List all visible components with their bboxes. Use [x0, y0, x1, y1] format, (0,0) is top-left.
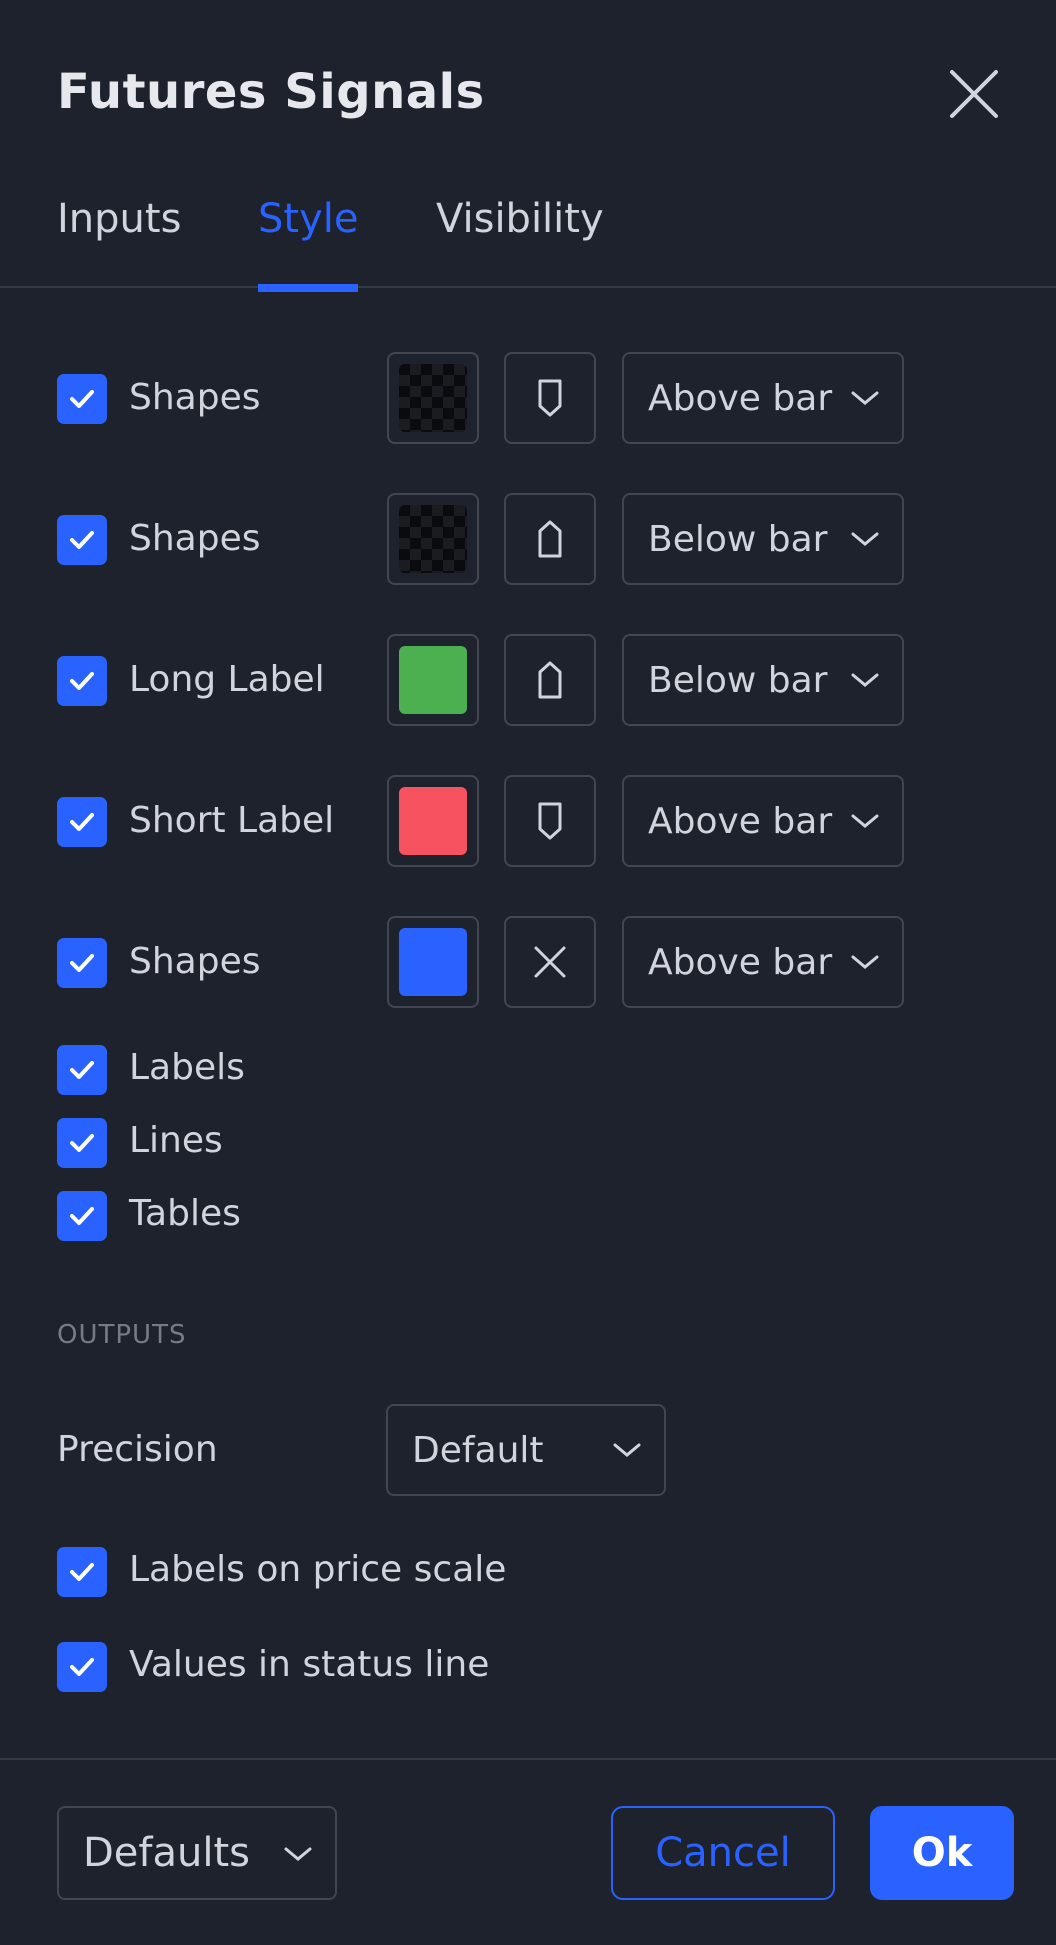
- dialog-title: Futures Signals: [57, 64, 485, 120]
- chevron-down-icon: [851, 955, 879, 969]
- labels-on-price-scale-label: Labels on price scale: [129, 1549, 507, 1590]
- plot-label: Shapes: [129, 377, 261, 418]
- color-swatch: [399, 505, 467, 573]
- check-icon: [70, 531, 94, 549]
- precision-value: Default: [412, 1429, 544, 1471]
- cross-icon: [534, 946, 566, 978]
- close-icon[interactable]: [946, 66, 1002, 122]
- check-icon: [70, 1563, 94, 1581]
- color-swatch-button[interactable]: [387, 634, 479, 726]
- chevron-down-icon: [851, 391, 879, 405]
- defaults-dropdown[interactable]: Defaults: [57, 1806, 337, 1900]
- plot-row: Long Label Below bar: [57, 634, 917, 730]
- chevron-down-icon: [613, 1443, 641, 1457]
- flag-up-icon: [538, 661, 562, 699]
- cancel-button[interactable]: Cancel: [611, 1806, 835, 1900]
- check-icon: [70, 1061, 94, 1079]
- shape-button[interactable]: [504, 916, 596, 1008]
- tab-bar: Inputs Style Visibility: [0, 190, 1056, 292]
- plot-label: Shapes: [129, 941, 261, 982]
- precision-select[interactable]: Default: [386, 1404, 666, 1496]
- check-icon: [70, 954, 94, 972]
- values-in-status-line-label: Values in status line: [129, 1644, 490, 1685]
- toggle-row-tables: Tables: [57, 1189, 917, 1243]
- flag-down-icon: [538, 802, 562, 840]
- color-swatch: [399, 646, 467, 714]
- ok-button[interactable]: Ok: [870, 1806, 1014, 1900]
- color-swatch: [399, 787, 467, 855]
- plot-checkbox[interactable]: [57, 938, 107, 988]
- tab-style[interactable]: Style: [258, 196, 359, 292]
- shape-button[interactable]: [504, 634, 596, 726]
- outputs-section-title: OUTPUTS: [57, 1320, 187, 1350]
- labels-checkbox[interactable]: [57, 1045, 107, 1095]
- location-value: Above bar: [648, 800, 833, 842]
- color-swatch-button[interactable]: [387, 775, 479, 867]
- plot-label: Shapes: [129, 518, 261, 559]
- shape-button[interactable]: [504, 493, 596, 585]
- color-swatch: [399, 364, 467, 432]
- plot-checkbox[interactable]: [57, 515, 107, 565]
- plot-label: Short Label: [129, 800, 335, 841]
- shape-button[interactable]: [504, 775, 596, 867]
- chevron-down-icon: [284, 1847, 312, 1861]
- chevron-down-icon: [851, 814, 879, 828]
- location-select[interactable]: Below bar: [622, 634, 904, 726]
- shape-button[interactable]: [504, 352, 596, 444]
- location-value: Below bar: [648, 659, 828, 701]
- location-value: Above bar: [648, 377, 833, 419]
- location-value: Below bar: [648, 518, 828, 560]
- lines-label: Lines: [129, 1120, 223, 1161]
- tab-visibility[interactable]: Visibility: [436, 196, 604, 290]
- plot-row: Shapes Below bar: [57, 493, 917, 589]
- footer-divider: [0, 1758, 1056, 1760]
- precision-label: Precision: [57, 1429, 218, 1470]
- plot-row: Short Label Above bar: [57, 775, 917, 871]
- values-in-status-line-checkbox[interactable]: [57, 1642, 107, 1692]
- values-in-status-line-row: Values in status line: [57, 1640, 917, 1694]
- flag-down-icon: [538, 379, 562, 417]
- labels-label: Labels: [129, 1047, 245, 1088]
- location-select[interactable]: Above bar: [622, 775, 904, 867]
- labels-on-price-scale-row: Labels on price scale: [57, 1545, 917, 1599]
- flag-up-icon: [538, 520, 562, 558]
- tab-inputs[interactable]: Inputs: [57, 196, 181, 290]
- lines-checkbox[interactable]: [57, 1118, 107, 1168]
- color-swatch-button[interactable]: [387, 352, 479, 444]
- check-icon: [70, 1207, 94, 1225]
- plot-label: Long Label: [129, 659, 325, 700]
- toggle-row-lines: Lines: [57, 1116, 917, 1170]
- plot-row: Shapes Above bar: [57, 916, 917, 1012]
- chevron-down-icon: [851, 673, 879, 687]
- location-select[interactable]: Above bar: [622, 916, 904, 1008]
- plot-checkbox[interactable]: [57, 374, 107, 424]
- check-icon: [70, 672, 94, 690]
- plot-row: Shapes Above bar: [57, 352, 917, 448]
- plot-checkbox[interactable]: [57, 656, 107, 706]
- toggle-row-labels: Labels: [57, 1043, 917, 1097]
- plot-checkbox[interactable]: [57, 797, 107, 847]
- location-select[interactable]: Above bar: [622, 352, 904, 444]
- indicator-settings-dialog: Futures Signals Inputs Style Visibility …: [0, 0, 1056, 1945]
- check-icon: [70, 1658, 94, 1676]
- color-swatch-button[interactable]: [387, 493, 479, 585]
- tables-label: Tables: [129, 1193, 241, 1234]
- labels-on-price-scale-checkbox[interactable]: [57, 1547, 107, 1597]
- tables-checkbox[interactable]: [57, 1191, 107, 1241]
- chevron-down-icon: [851, 532, 879, 546]
- check-icon: [70, 1134, 94, 1152]
- color-swatch-button[interactable]: [387, 916, 479, 1008]
- location-value: Above bar: [648, 941, 833, 983]
- check-icon: [70, 390, 94, 408]
- location-select[interactable]: Below bar: [622, 493, 904, 585]
- color-swatch: [399, 928, 467, 996]
- check-icon: [70, 813, 94, 831]
- defaults-label: Defaults: [83, 1830, 250, 1876]
